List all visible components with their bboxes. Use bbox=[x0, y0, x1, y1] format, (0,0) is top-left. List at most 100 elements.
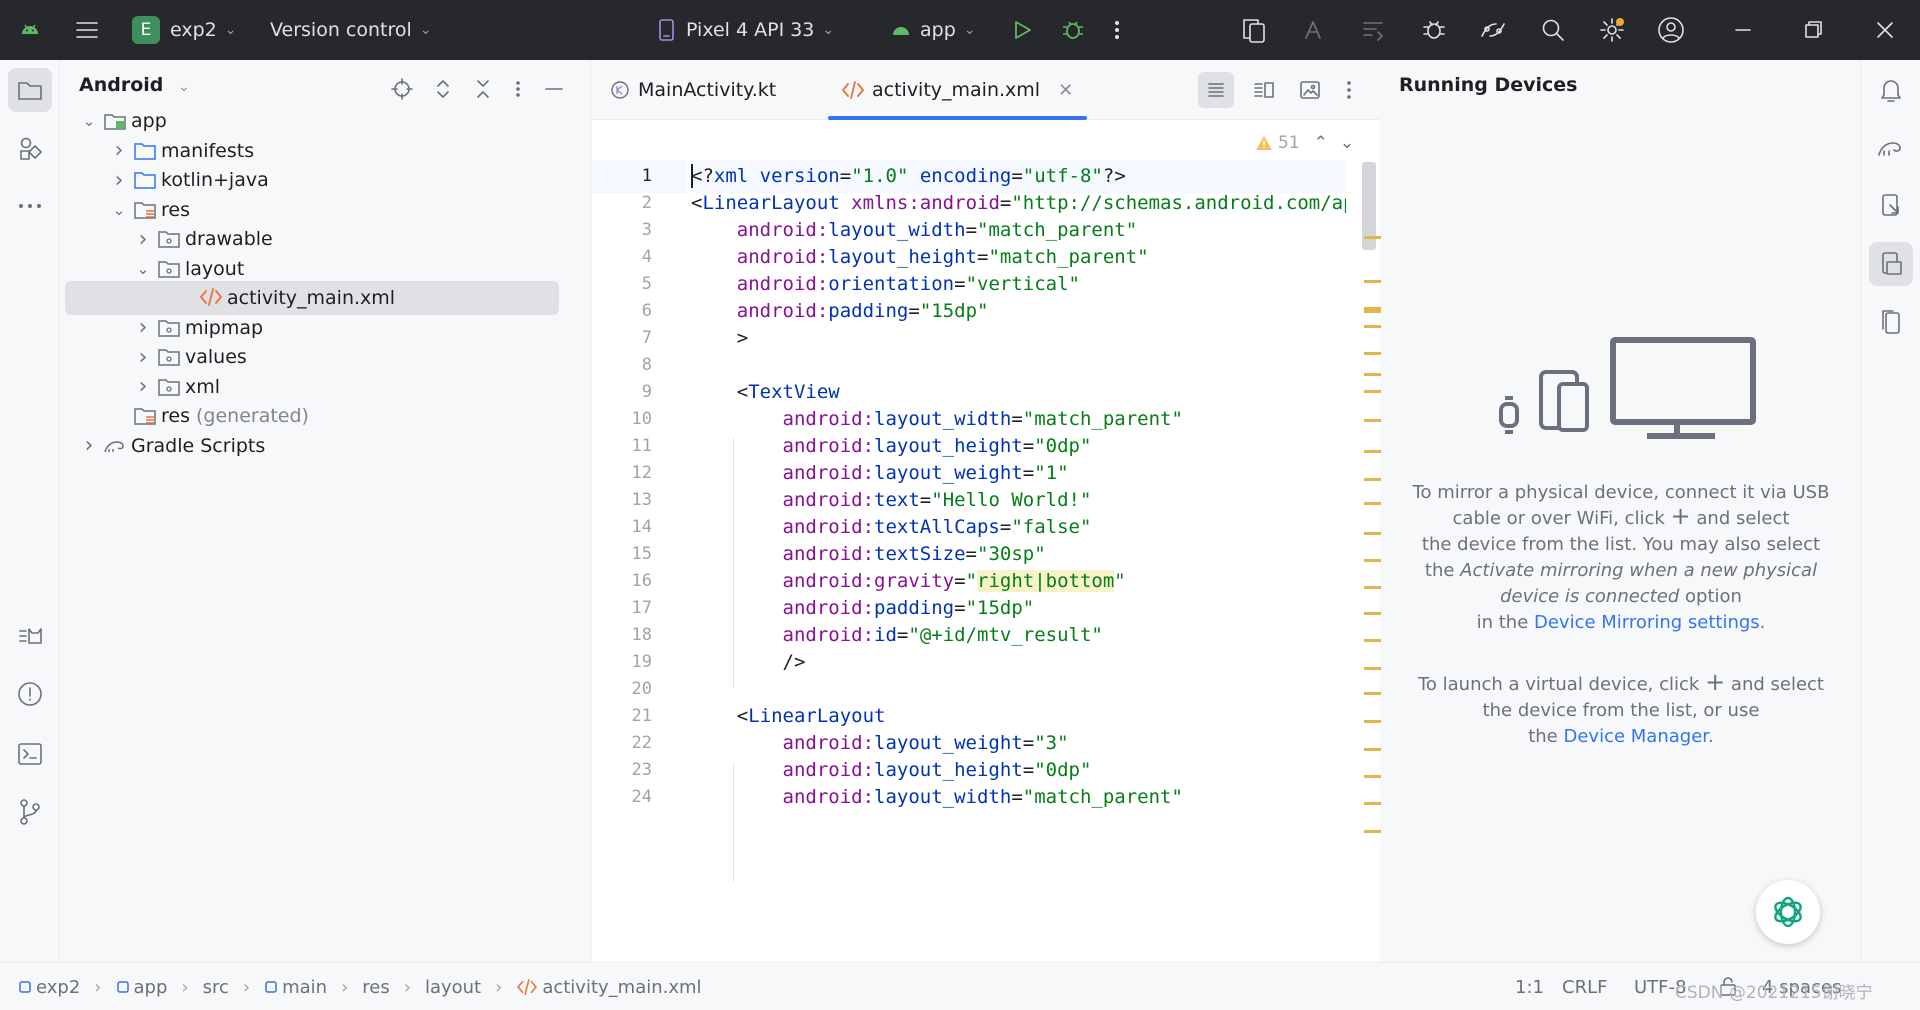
warning-marker[interactable] bbox=[1364, 586, 1382, 589]
project-selector[interactable]: E exp2 ⌄ bbox=[132, 0, 236, 60]
main-menu-icon[interactable] bbox=[74, 0, 100, 60]
device-manager-side-button[interactable] bbox=[1869, 300, 1913, 344]
chevron-right-icon[interactable]: › bbox=[133, 374, 153, 399]
more-actions-button[interactable] bbox=[1112, 0, 1122, 60]
apply-changes-button[interactable] bbox=[1300, 0, 1328, 60]
chevron-down-icon[interactable]: ⌄ bbox=[79, 112, 99, 130]
ai-assistant-button[interactable] bbox=[1756, 880, 1820, 944]
search-button[interactable] bbox=[1540, 0, 1566, 60]
project-tool-button[interactable] bbox=[8, 68, 52, 112]
warning-marker[interactable] bbox=[1364, 478, 1382, 481]
warning-marker[interactable] bbox=[1364, 802, 1382, 805]
close-button[interactable] bbox=[1874, 0, 1896, 60]
chevron-right-icon[interactable]: › bbox=[109, 138, 129, 163]
code-area[interactable]: <?xml version="1.0" encoding="utf-8"?> <L… bbox=[691, 120, 1346, 992]
chevron-right-icon[interactable]: › bbox=[133, 345, 153, 370]
tree-item-label: activity_main.xml bbox=[227, 287, 396, 309]
warning-marker[interactable] bbox=[1364, 612, 1382, 615]
restore-button[interactable] bbox=[1802, 0, 1824, 60]
close-tab-icon[interactable]: ✕ bbox=[1058, 80, 1073, 101]
attach-debugger-button[interactable] bbox=[1420, 0, 1448, 60]
device-mirroring-settings-link[interactable]: Device Mirroring settings bbox=[1534, 612, 1760, 633]
warning-marker[interactable] bbox=[1364, 419, 1382, 422]
text-line: cable or over WiFi, click + and select bbox=[1401, 504, 1841, 532]
logcat-button[interactable] bbox=[8, 614, 52, 658]
chevron-down-icon[interactable]: ⌄ bbox=[133, 260, 153, 278]
running-devices-button[interactable] bbox=[1869, 242, 1913, 286]
hide-panel-icon[interactable] bbox=[543, 78, 565, 100]
warning-marker[interactable] bbox=[1364, 373, 1382, 376]
chevron-up-icon[interactable]: ⌃ bbox=[1314, 133, 1328, 153]
warning-marker[interactable] bbox=[1364, 280, 1382, 283]
breadcrumb-item[interactable]: src bbox=[203, 977, 229, 998]
warning-marker[interactable] bbox=[1364, 692, 1382, 695]
warning-marker[interactable] bbox=[1364, 775, 1382, 778]
editor-more-button[interactable] bbox=[1344, 78, 1354, 102]
chevron-down-icon[interactable]: ⌄ bbox=[1340, 133, 1354, 153]
run-config-selector[interactable]: app ⌄ bbox=[890, 0, 976, 60]
more-tools-button[interactable] bbox=[8, 184, 52, 228]
locate-icon[interactable] bbox=[391, 78, 413, 100]
chevron-right-icon[interactable]: › bbox=[109, 168, 129, 193]
collapse-all-icon[interactable] bbox=[473, 78, 493, 100]
problems-button[interactable] bbox=[8, 672, 52, 716]
chevron-down-icon[interactable]: ⌄ bbox=[109, 201, 129, 219]
breadcrumb-item[interactable]: res bbox=[362, 977, 389, 998]
warning-marker[interactable] bbox=[1364, 532, 1382, 535]
warning-marker[interactable] bbox=[1364, 390, 1382, 393]
warning-marker[interactable] bbox=[1364, 307, 1382, 313]
tab-activity-main-xml[interactable]: activity_main.xml ✕ bbox=[827, 60, 1088, 120]
run-button[interactable] bbox=[1010, 0, 1034, 60]
breadcrumb-item[interactable]: activity_main.xml bbox=[516, 977, 702, 998]
warning-marker[interactable] bbox=[1364, 559, 1382, 562]
warning-marker[interactable] bbox=[1364, 450, 1382, 453]
warning-marker[interactable] bbox=[1364, 720, 1382, 723]
expand-all-icon[interactable] bbox=[433, 78, 453, 100]
notifications-button[interactable] bbox=[1869, 68, 1913, 112]
warning-marker[interactable] bbox=[1364, 236, 1382, 239]
breadcrumb-item[interactable]: app bbox=[116, 977, 167, 998]
code-token: android: bbox=[736, 246, 829, 268]
device-selector[interactable]: Pixel 4 API 33 ⌄ bbox=[656, 0, 834, 60]
resource-manager-button[interactable] bbox=[8, 126, 52, 170]
breadcrumb-item[interactable]: exp2 bbox=[18, 977, 80, 998]
android-logo-icon[interactable] bbox=[18, 0, 42, 60]
minimize-button[interactable] bbox=[1732, 0, 1754, 60]
line-separator[interactable]: CRLF bbox=[1562, 963, 1607, 1010]
breadcrumb-item[interactable]: main bbox=[264, 977, 327, 998]
device-file-explorer-button[interactable] bbox=[1869, 184, 1913, 228]
tab-mainactivity-kt[interactable]: MainActivity.kt bbox=[610, 60, 776, 120]
warning-marker[interactable] bbox=[1364, 748, 1382, 751]
chevron-right-icon[interactable]: › bbox=[133, 227, 153, 252]
design-view-button[interactable] bbox=[1292, 72, 1328, 108]
device-manager-button[interactable] bbox=[1240, 0, 1268, 60]
account-button[interactable] bbox=[1656, 0, 1686, 60]
chevron-right-icon[interactable]: › bbox=[79, 433, 99, 458]
pkg-folder-icon bbox=[157, 318, 181, 338]
warning-marker[interactable] bbox=[1364, 639, 1382, 642]
warning-marker[interactable] bbox=[1364, 667, 1382, 670]
warning-marker[interactable] bbox=[1364, 830, 1382, 833]
breadcrumb-item[interactable]: layout bbox=[425, 977, 481, 998]
settings-button[interactable] bbox=[1598, 0, 1626, 60]
chevron-right-icon[interactable]: › bbox=[133, 315, 153, 340]
device-mirroring-button[interactable] bbox=[1478, 0, 1508, 60]
sync-button[interactable] bbox=[1360, 0, 1388, 60]
vcs-selector[interactable]: Version control ⌄ bbox=[270, 0, 432, 60]
design-view-icon bbox=[1300, 81, 1320, 99]
project-view-selector[interactable]: Android ⌄ bbox=[79, 74, 190, 96]
tree-item-gradle-scripts[interactable]: › Gradle Scripts bbox=[79, 429, 266, 463]
code-view-button[interactable] bbox=[1198, 72, 1234, 108]
terminal-button[interactable] bbox=[8, 732, 52, 776]
more-vertical-icon[interactable] bbox=[513, 78, 523, 100]
git-button[interactable] bbox=[8, 790, 52, 834]
device-manager-link[interactable]: Device Manager bbox=[1564, 726, 1709, 747]
debug-button[interactable] bbox=[1060, 0, 1086, 60]
gradle-button[interactable] bbox=[1869, 126, 1913, 170]
warning-marker[interactable] bbox=[1364, 352, 1382, 355]
device-manager-icon bbox=[1243, 19, 1265, 43]
split-view-button[interactable] bbox=[1246, 72, 1282, 108]
warning-marker[interactable] bbox=[1364, 325, 1382, 328]
caret-position[interactable]: 1:1 bbox=[1515, 963, 1544, 1010]
warning-marker[interactable] bbox=[1364, 502, 1382, 505]
